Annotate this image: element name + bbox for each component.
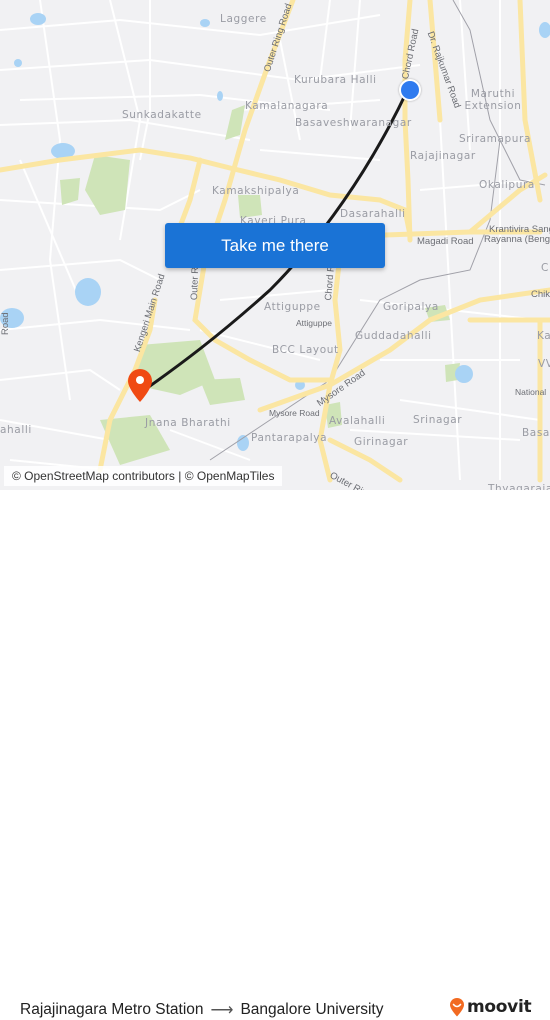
road-label: Rayanna (Benga — [484, 234, 550, 245]
moovit-logo[interactable]: moovit — [449, 997, 532, 1017]
place-label: Thyagaraja — [488, 483, 550, 490]
road-label: Mysore Road — [269, 408, 320, 418]
road-label: National — [515, 387, 547, 397]
route-summary: Rajajinagara Metro Station ⟶ Bangalore U… — [20, 1000, 383, 1020]
road-label: Attiguppe — [296, 318, 332, 328]
place-label: Sunkadakatte — [122, 109, 202, 121]
map-attribution[interactable]: © OpenStreetMap contributors | © OpenMap… — [4, 466, 283, 486]
place-label: Ka — [537, 330, 550, 342]
map-view[interactable]: Laggere Kurubara Halli Kamalanagara Basa… — [0, 0, 550, 490]
place-label: Goripalya — [383, 301, 439, 313]
place-label: Maruthi Extension — [464, 88, 522, 112]
place-label: Kurubara Halli — [294, 74, 377, 86]
place-label: VV — [538, 358, 550, 370]
place-label: Kamakshipalya — [212, 185, 300, 197]
place-label: Okalipura — [479, 179, 535, 191]
place-label: Jnana Bharathi — [145, 417, 231, 429]
place-label: Guddadahalli — [355, 330, 432, 342]
origin-marker[interactable] — [399, 79, 421, 101]
road-label: Road — [0, 312, 11, 335]
arrow-right-icon: ⟶ — [210, 1002, 234, 1019]
place-label: Pantarapalya — [251, 432, 328, 444]
footer: Rajajinagara Metro Station ⟶ Bangalore U… — [0, 490, 550, 1019]
place-label: C — [541, 262, 549, 274]
place-label: BCC Layout — [272, 344, 339, 356]
place-label: Attiguppe — [264, 301, 321, 313]
place-label: Laggere — [220, 13, 267, 25]
place-label: Avalahalli — [329, 415, 386, 427]
place-label: Rajajinagar — [410, 150, 476, 162]
place-label: Sriramapura — [459, 133, 531, 145]
place-label: Kamalanagara — [245, 100, 329, 112]
place-label: ahalli — [0, 424, 32, 436]
map-pin-icon[interactable] — [125, 367, 155, 403]
place-label: Dasarahalli — [340, 208, 406, 220]
take-me-there-button[interactable]: Take me there — [165, 223, 385, 268]
moovit-pin-icon — [450, 997, 464, 1016]
road-label: Chik — [531, 289, 550, 300]
origin-name: Rajajinagara Metro Station — [20, 1001, 204, 1018]
road-label: Magadi Road — [417, 236, 474, 247]
place-label: Basaveshwaranagar — [295, 117, 412, 129]
brand-name: moovit — [467, 997, 532, 1017]
place-label: Girinagar — [354, 436, 409, 448]
destination-name: Bangalore University — [240, 1001, 384, 1018]
place-label: Srinagar — [413, 414, 463, 426]
place-label: Basav — [522, 427, 550, 439]
